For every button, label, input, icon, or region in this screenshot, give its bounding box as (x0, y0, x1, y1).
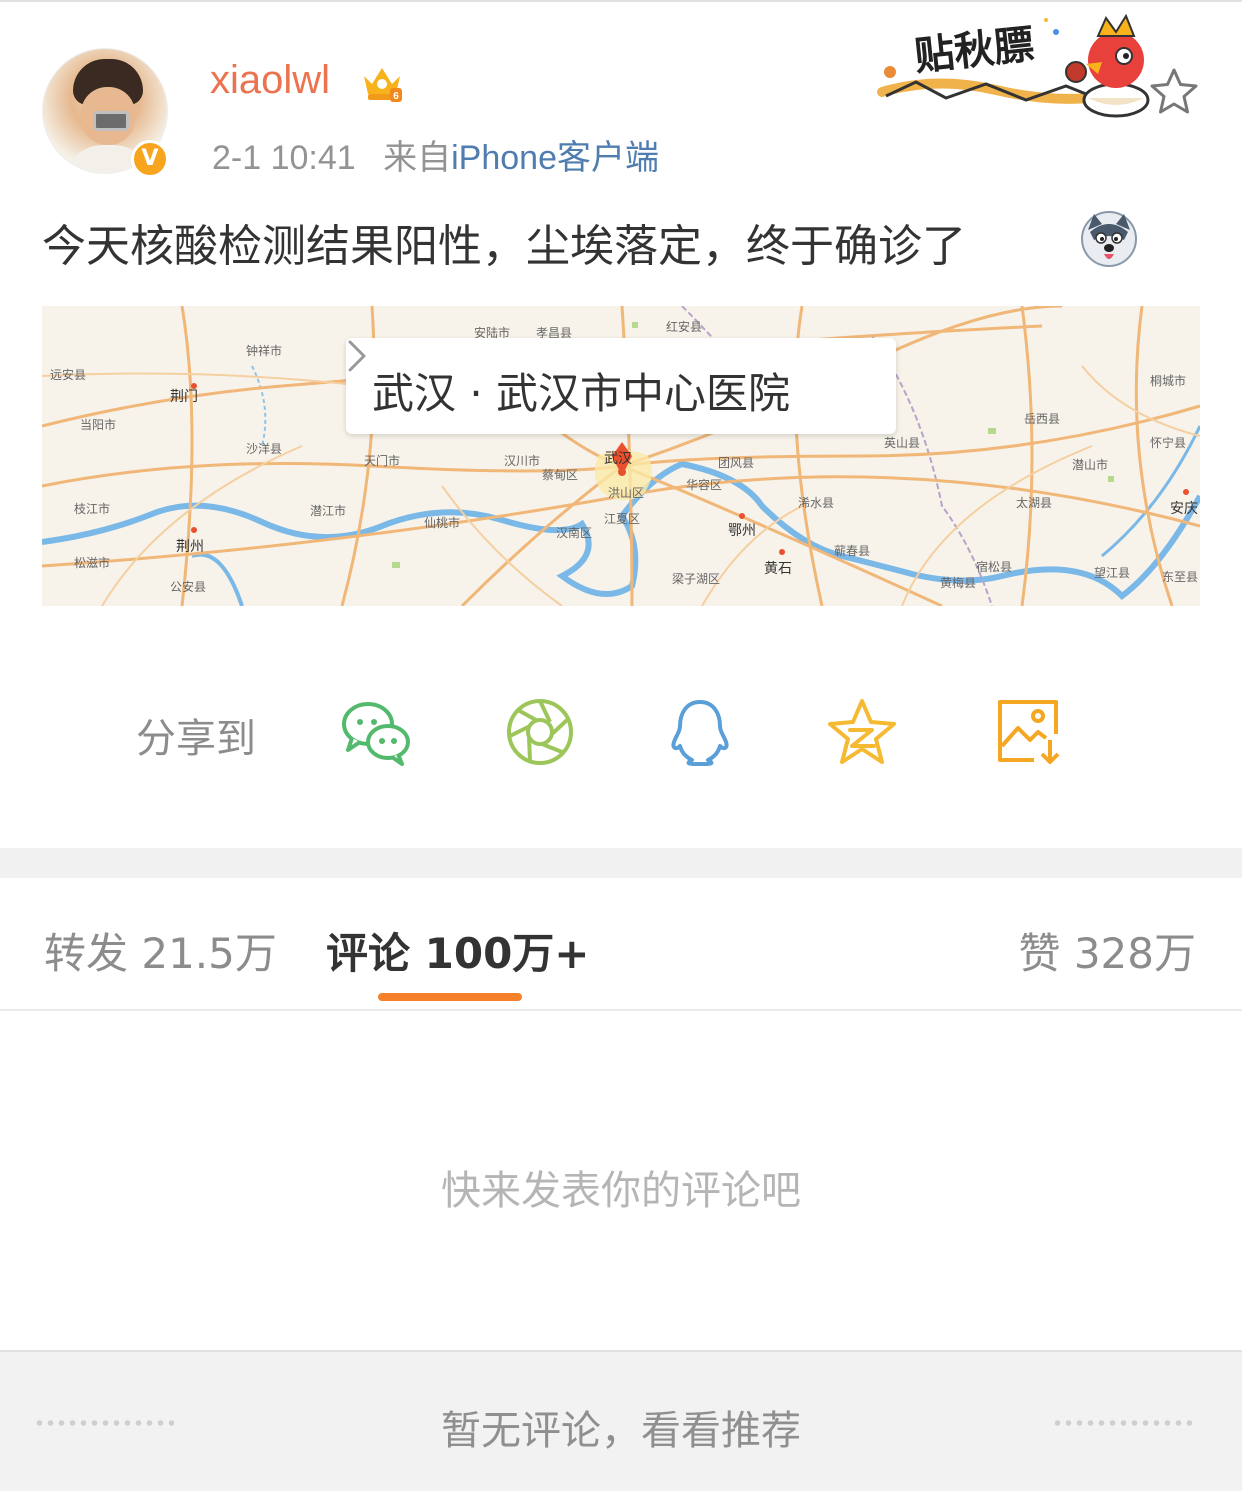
map-place-label: 东至县 (1162, 570, 1199, 584)
map-place-label: 公安县 (170, 580, 207, 594)
location-map[interactable]: 远安县 钟祥市 荆门 当阳市 沙洋县 天门市 汉川市 蔡甸区 武汉 洪山区 江夏… (42, 306, 1200, 606)
map-place-label: 安庆 (1170, 501, 1198, 517)
footer-text: 暂无评论，看看推荐 (441, 1408, 801, 1454)
tab-comment[interactable]: 评论 100万+ (326, 920, 590, 981)
verified-badge-icon: V (131, 140, 169, 178)
post-source-link[interactable]: iPhone客户端 (451, 139, 659, 177)
map-place-label: 汉南区 (556, 526, 593, 540)
section-separator (0, 848, 1242, 878)
map-place-label: 汉川市 (504, 454, 541, 468)
map-place-label: 黄梅县 (940, 576, 977, 590)
map-place-label: 团风县 (718, 456, 755, 470)
active-tab-indicator (378, 993, 522, 1001)
map-place-label: 当阳市 (80, 418, 117, 432)
map-place-label: 荆门 (170, 389, 198, 405)
tab-divider (0, 1009, 1242, 1011)
map-place-label: 远安县 (50, 368, 87, 382)
qq-icon[interactable] (664, 696, 736, 768)
map-place-label: 荆州 (176, 539, 204, 555)
autumn-sticker-decoration: 贴秋膘 (877, 13, 1150, 118)
map-place-label: 蔡甸区 (542, 468, 579, 482)
location-card[interactable]: 武汉 · 武汉市中心医院 (346, 338, 896, 434)
map-place-label: 仙桃市 (424, 516, 461, 530)
map-place-label: 宿松县 (976, 560, 1013, 574)
map-place-label: 武汉 (604, 451, 632, 467)
from-label: 来自 (383, 139, 452, 177)
map-place-label: 怀宁县 (1150, 436, 1187, 450)
vip-crown-icon[interactable]: 6 (360, 62, 404, 104)
post-meta: 2-1 10:41 来自iPhone客户端 (212, 130, 659, 179)
map-place-label: 江夏区 (604, 512, 641, 526)
map-place-label: 岳西县 (1024, 412, 1061, 426)
location-label: 武汉 · 武汉市中心医院 (372, 369, 791, 418)
wechat-icon[interactable] (340, 696, 412, 768)
footer-dots-right (1052, 1420, 1192, 1426)
svg-text:贴秋膘: 贴秋膘 (912, 22, 1036, 80)
username[interactable]: xiaolwl (210, 58, 330, 103)
map-place-label: 沙洋县 (246, 442, 283, 456)
post-text: 今天核酸检测结果阳性，尘埃落定，终于确诊了 (42, 221, 966, 272)
svg-text:6: 6 (393, 91, 399, 102)
map-place-label: 潜江市 (310, 504, 347, 518)
map-place-label: 松滋市 (74, 556, 111, 570)
map-place-label: 英山县 (884, 436, 921, 450)
map-place-label: 蕲春县 (834, 544, 871, 558)
map-place-label: 梁子湖区 (672, 572, 721, 586)
empty-comments-prompt: 快来发表你的评论吧 (441, 1168, 801, 1214)
post-time: 2-1 10:41 (212, 139, 356, 177)
map-place-label: 洪山区 (608, 486, 645, 500)
map-place-label: 太湖县 (1016, 496, 1053, 510)
doge-emoji-icon (1081, 211, 1137, 267)
map-place-label: 浠水县 (798, 496, 835, 510)
qzone-icon[interactable] (826, 696, 898, 768)
map-place-label: 天门市 (364, 454, 401, 468)
save-image-icon[interactable] (994, 696, 1066, 768)
map-place-label: 鄂州 (728, 523, 756, 539)
chevron-right-icon (348, 340, 366, 372)
tab-repost[interactable]: 转发 21.5万 (44, 920, 277, 981)
map-place-label: 桐城市 (1150, 374, 1187, 388)
map-place-label: 望江县 (1094, 566, 1131, 580)
map-place-label: 枝江市 (74, 502, 111, 516)
top-divider (0, 0, 1242, 2)
map-place-label: 华容区 (686, 478, 723, 492)
map-place-label: 钟祥市 (246, 344, 283, 358)
recommend-footer: 暂无评论，看看推荐 (0, 1350, 1242, 1491)
moments-icon[interactable] (504, 696, 576, 768)
tab-like[interactable]: 赞 328万 (1018, 920, 1196, 981)
map-place-label: 潜山市 (1072, 458, 1109, 472)
favorite-star-icon[interactable] (1148, 66, 1200, 118)
map-place-label: 黄石 (764, 561, 792, 577)
share-label: 分享到 (136, 716, 256, 762)
map-place-label: 红安县 (666, 320, 703, 334)
